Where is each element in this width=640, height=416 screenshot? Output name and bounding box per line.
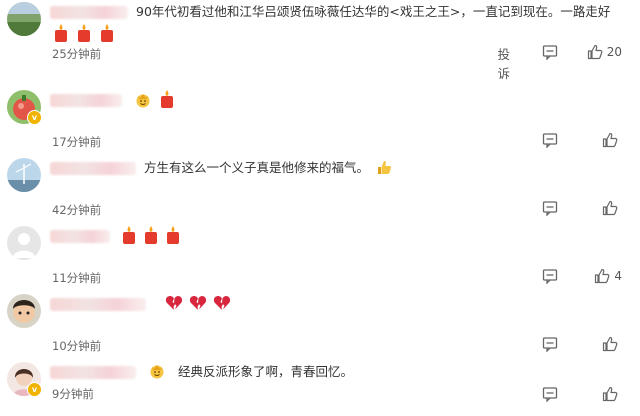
timestamp: 10分钟前 (52, 339, 102, 353)
comment-item: 11分钟前 4 (0, 224, 640, 294)
broken-heart-icon (213, 295, 231, 311)
reply-button[interactable] (542, 386, 558, 402)
comment-icon (542, 336, 558, 352)
comment-text (132, 90, 176, 111)
thumbs-up-icon (602, 386, 618, 402)
comment-text-content: 90年代初看过他和江华吕颂贤伍咏薇任达华的<戏王之王>，一直记到现在。一路走好 (136, 4, 611, 19)
thumbs-up-icon (602, 200, 618, 216)
like-button[interactable]: 20 (587, 44, 622, 60)
thumbs-up-icon (587, 44, 603, 60)
thumbs-up-icon (602, 336, 618, 352)
comment-icon (542, 386, 558, 402)
like-button[interactable] (602, 132, 622, 148)
comment-icon (542, 200, 558, 216)
comment-icon (542, 268, 558, 284)
comment-item: 90年代初看过他和江华吕颂贤伍咏薇任达华的<戏王之王>，一直记到现在。一路走好 … (0, 0, 640, 81)
broken-heart-icon (165, 295, 183, 311)
comment-icon (542, 44, 558, 60)
username-redacted[interactable] (50, 298, 146, 311)
candle-icon (122, 226, 136, 244)
timestamp: 9分钟前 (52, 387, 94, 401)
verified-badge-icon: v (27, 382, 42, 397)
username-redacted[interactable] (50, 94, 122, 107)
report-button[interactable]: 投诉 (497, 44, 510, 82)
broken-heart-icon (189, 295, 207, 311)
comment-item: 方生有这么一个义子真是他修来的福气。 42分钟前 (0, 156, 640, 226)
candle-icon (77, 24, 91, 42)
comment-item: v 经典反派形象了啊，青春回忆。 9分钟前 (0, 360, 640, 416)
reply-button[interactable] (542, 268, 558, 284)
comment-text-content: 方生有这么一个义子真是他修来的福气。 (144, 160, 370, 175)
report-label: 投诉 (497, 47, 510, 81)
timestamp: 11分钟前 (52, 271, 102, 285)
comment-feed: 90年代初看过他和江华吕颂贤伍咏薇任达华的<戏王之王>，一直记到现在。一路走好 … (0, 0, 640, 416)
candle-icon (144, 226, 158, 244)
timestamp: 42分钟前 (52, 203, 102, 217)
username-redacted[interactable] (50, 162, 136, 175)
timestamp: 25分钟前 (52, 47, 102, 61)
comment-item: 10分钟前 (0, 292, 640, 362)
username-redacted[interactable] (50, 366, 136, 379)
reply-button[interactable] (542, 132, 558, 148)
comment-text (164, 294, 232, 314)
like-count: 4 (614, 269, 622, 283)
like-count: 20 (606, 45, 622, 59)
thumbs-up-emoji-icon (376, 159, 392, 175)
avatar[interactable] (7, 2, 41, 36)
like-button[interactable] (602, 200, 622, 216)
reaction-row (52, 24, 116, 43)
reply-button[interactable] (542, 336, 558, 352)
timestamp: 17分钟前 (52, 135, 102, 149)
username-redacted[interactable] (50, 6, 128, 19)
comment-text: 90年代初看过他和江华吕颂贤伍咏薇任达华的<戏王之王>，一直记到现在。一路走好 (136, 2, 610, 22)
comment-text: 经典反派形象了啊，青春回忆。 (146, 362, 353, 382)
avatar[interactable] (7, 158, 41, 192)
thumbs-up-icon (602, 132, 618, 148)
avatar[interactable] (7, 294, 41, 328)
like-button[interactable] (602, 386, 622, 402)
crown-face-icon (149, 363, 165, 379)
username-redacted[interactable] (50, 230, 110, 243)
reply-button[interactable] (542, 44, 558, 60)
like-button[interactable] (602, 336, 622, 352)
reply-button[interactable] (542, 200, 558, 216)
candle-icon (54, 24, 68, 42)
crown-face-icon (135, 92, 151, 108)
comment-text: 方生有这么一个义子真是他修来的福气。 (144, 158, 395, 178)
like-button[interactable]: 4 (594, 268, 622, 284)
comment-text (120, 226, 182, 247)
comment-item: v 17分钟前 (0, 88, 640, 158)
comment-icon (542, 132, 558, 148)
avatar[interactable] (7, 226, 41, 260)
comment-text-content: 经典反派形象了啊，青春回忆。 (177, 364, 353, 379)
candle-icon (160, 90, 174, 108)
candle-icon (166, 226, 180, 244)
thumbs-up-icon (594, 268, 610, 284)
verified-badge-icon: v (27, 110, 42, 125)
candle-icon (100, 24, 114, 42)
